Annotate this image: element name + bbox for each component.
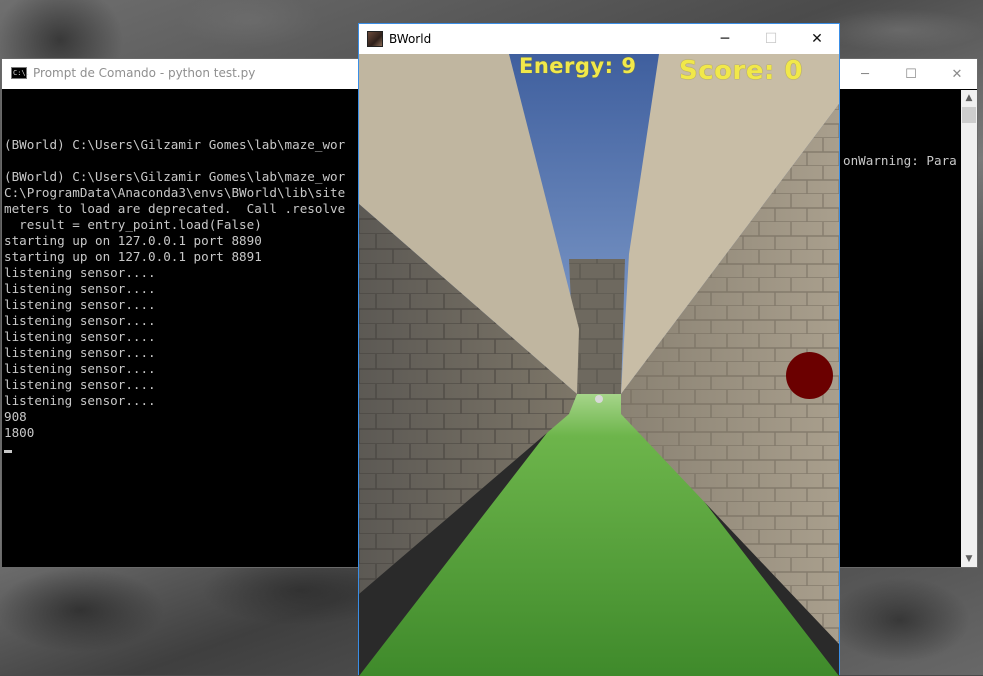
bworld-minimize-button[interactable]: ─ (702, 24, 748, 54)
maze-scene (359, 54, 839, 676)
bworld-titlebar[interactable]: BWorld ─ ☐ ✕ (359, 24, 839, 54)
bworld-window[interactable]: BWorld ─ ☐ ✕ Energy: 9 Score: 0 (358, 23, 840, 676)
energy-counter: Energy: 9 (519, 54, 637, 78)
console-close-button[interactable]: ✕ (934, 59, 980, 89)
console-window-title: Prompt de Comando - python test.py (33, 66, 256, 80)
bworld-close-button[interactable]: ✕ (794, 24, 840, 54)
console-cursor (4, 450, 12, 453)
cmd-icon: C:\. (11, 67, 30, 79)
console-minimize-button[interactable]: ─ (842, 59, 888, 89)
scrollbar-thumb[interactable] (962, 107, 976, 123)
score-counter: Score: 0 (679, 56, 803, 86)
console-maximize-button[interactable]: ☐ (888, 59, 934, 89)
scroll-up-icon[interactable]: ▲ (961, 90, 977, 106)
scroll-down-icon[interactable]: ▼ (961, 551, 977, 567)
bworld-app-icon (367, 31, 383, 47)
bworld-window-title: BWorld (389, 32, 432, 46)
console-output-fragment: onWarning: Para (843, 153, 957, 168)
console-scrollbar[interactable]: ▲ ▼ (961, 90, 977, 567)
target-sphere (786, 352, 833, 399)
game-viewport[interactable]: Energy: 9 Score: 0 (359, 54, 839, 676)
bworld-maximize-button: ☐ (764, 31, 778, 47)
